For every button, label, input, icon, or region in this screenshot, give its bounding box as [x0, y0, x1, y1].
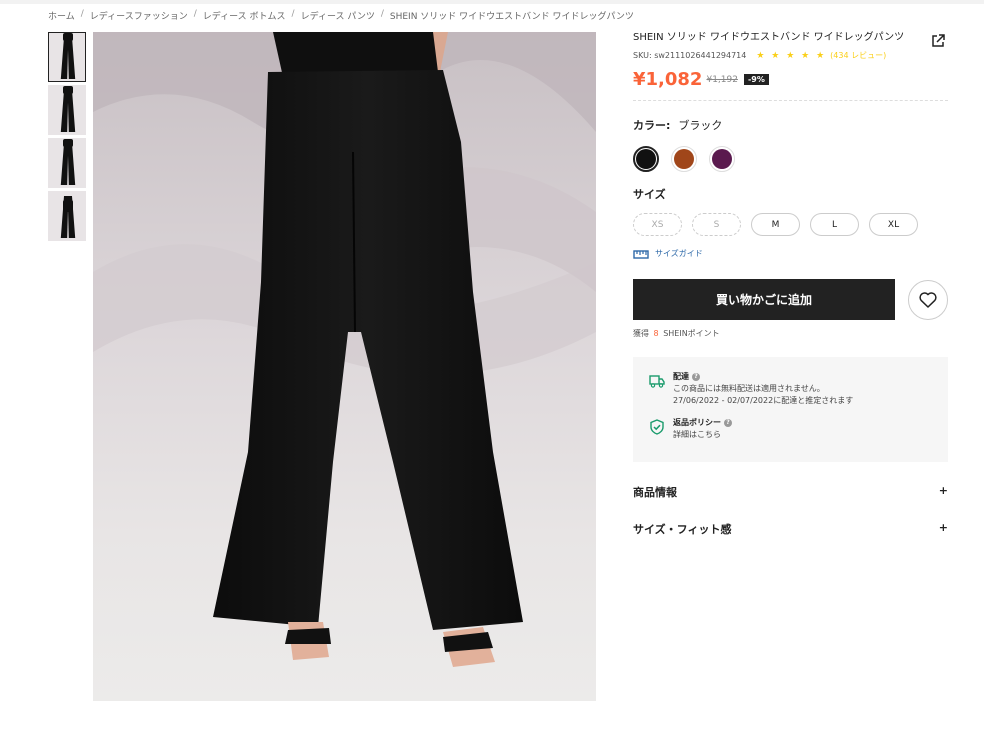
- divider: [633, 100, 948, 101]
- sale-price: ¥1,082: [633, 69, 703, 90]
- shipping-title: 配達: [673, 372, 689, 381]
- plus-icon: +: [938, 521, 948, 534]
- wishlist-button[interactable]: [908, 279, 948, 320]
- shipping-box: 配達? この商品には無料配送は適用されません。 27/06/2022 - 02/…: [633, 357, 948, 462]
- color-label: カラー: ブラック: [633, 117, 948, 133]
- breadcrumb: ホーム / レディースファッション / レディース ボトムス / レディース パンツ /…: [48, 9, 634, 22]
- accordion-product-info[interactable]: 商品情報 +: [633, 484, 948, 500]
- size-options: XS S M L XL: [633, 213, 948, 236]
- breadcrumb-separator: /: [380, 9, 384, 19]
- breadcrumb-womens-bottoms[interactable]: レディース ボトムス: [203, 9, 286, 22]
- shipping-info: 配達? この商品には無料配送は適用されません。 27/06/2022 - 02/…: [649, 371, 932, 407]
- cart-row: 買い物かごに追加: [633, 279, 948, 320]
- thumbnail-2[interactable]: [48, 85, 86, 135]
- points-value: 8: [653, 329, 659, 338]
- breadcrumb-separator: /: [80, 9, 84, 19]
- points-prefix: 獲得: [633, 329, 649, 338]
- product-info-panel: SHEIN ソリッド ワイドウエストバンド ワイドレッグパンツ SKU: sw2…: [633, 32, 948, 537]
- breadcrumb-home[interactable]: ホーム: [48, 9, 75, 22]
- breadcrumb-separator: /: [193, 9, 197, 19]
- reviews-link[interactable]: (434 レビュー): [830, 50, 886, 61]
- breadcrumb-separator: /: [291, 9, 295, 19]
- help-icon[interactable]: ?: [692, 373, 700, 381]
- shipping-line2: 27/06/2022 - 02/07/2022に配達と推定されます: [673, 396, 854, 405]
- accordion-label: 商品情報: [633, 486, 677, 499]
- color-label-text: カラー:: [633, 119, 671, 132]
- help-icon[interactable]: ?: [724, 419, 732, 427]
- return-policy: 返品ポリシー? 詳細はこちら: [649, 417, 932, 441]
- thumbnail-4[interactable]: [48, 191, 86, 241]
- thumbnail-list: [48, 32, 86, 244]
- return-details-link[interactable]: 詳細はこちら: [673, 429, 732, 441]
- star-rating-icon: ★ ★ ★ ★ ★: [756, 50, 827, 61]
- color-value: ブラック: [678, 119, 723, 132]
- breadcrumb-womens-pants[interactable]: レディース パンツ: [301, 9, 375, 22]
- shipping-line1: この商品には無料配送は適用されません。: [673, 384, 825, 393]
- accordion-size-fit[interactable]: サイズ・フィット感 +: [633, 521, 948, 537]
- accordion-label: サイズ・フィット感: [633, 523, 732, 536]
- discount-badge: -9%: [743, 74, 769, 85]
- size-l-button[interactable]: L: [810, 213, 859, 236]
- swatch-black[interactable]: [633, 146, 659, 172]
- size-m-button[interactable]: M: [751, 213, 800, 236]
- thumbnail-3[interactable]: [48, 138, 86, 188]
- size-xs-button[interactable]: XS: [633, 213, 682, 236]
- points-suffix: SHEINポイント: [663, 329, 720, 338]
- product-sku: SKU: sw2111026441294714: [633, 51, 747, 60]
- plus-icon: +: [938, 484, 948, 497]
- add-to-cart-button[interactable]: 買い物かごに追加: [633, 279, 895, 320]
- sku-rating-row: SKU: sw2111026441294714 ★ ★ ★ ★ ★ (434 レ…: [633, 50, 948, 61]
- share-icon[interactable]: [931, 34, 945, 48]
- swatch-brown[interactable]: [671, 146, 697, 172]
- product-photo: [93, 32, 596, 701]
- breadcrumb-womens-fashion[interactable]: レディースファッション: [90, 9, 188, 22]
- size-label: サイズ: [633, 188, 666, 201]
- color-swatches: [633, 146, 948, 172]
- main-product-image[interactable]: [93, 32, 596, 701]
- truck-icon: [649, 375, 665, 388]
- thumbnail-1[interactable]: [48, 32, 86, 82]
- points-info: 獲得 8 SHEINポイント: [633, 328, 948, 339]
- product-title: SHEIN ソリッド ワイドウエストバンド ワイドレッグパンツ: [633, 32, 905, 43]
- top-bar: [0, 0, 984, 4]
- swatch-purple[interactable]: [709, 146, 735, 172]
- ruler-icon: [633, 249, 649, 259]
- return-title: 返品ポリシー: [673, 418, 721, 427]
- breadcrumb-current: SHEIN ソリッド ワイドウエストバンド ワイドレッグパンツ: [389, 12, 634, 22]
- price-row: ¥1,082 ¥1,192 -9%: [633, 69, 948, 90]
- size-s-button[interactable]: S: [692, 213, 741, 236]
- size-xl-button[interactable]: XL: [869, 213, 918, 236]
- heart-icon: [919, 291, 937, 308]
- shield-check-icon: [650, 419, 664, 435]
- original-price: ¥1,192: [706, 74, 738, 85]
- size-guide-link[interactable]: サイズガイド: [633, 248, 948, 259]
- size-guide-label: サイズガイド: [655, 249, 703, 258]
